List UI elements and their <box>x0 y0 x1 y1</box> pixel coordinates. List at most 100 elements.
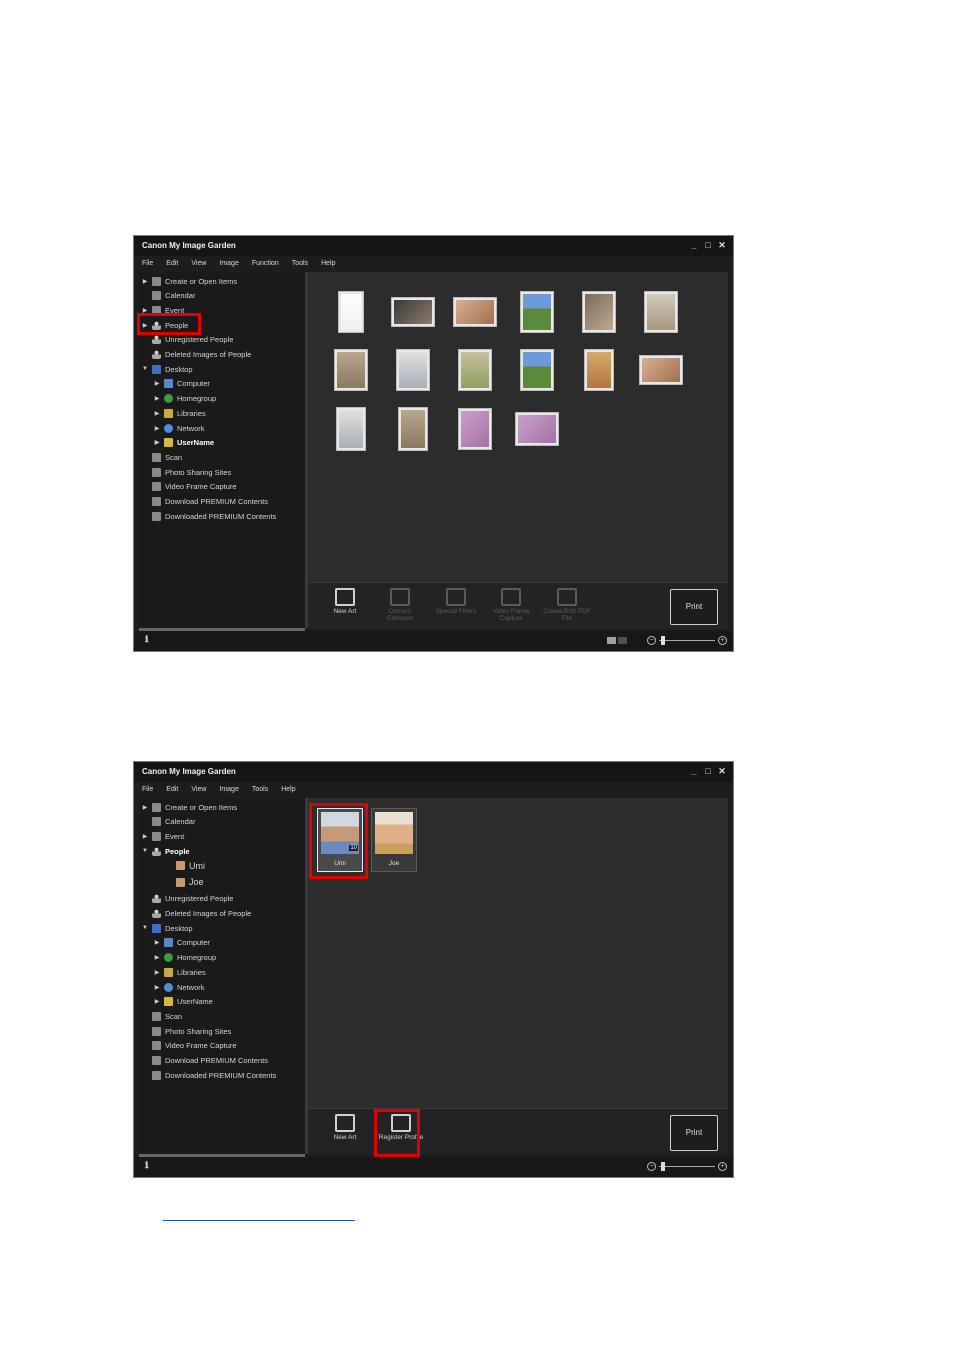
sidebar-item-download-premium-contents[interactable]: ▶Download PREMIUM Contents <box>141 495 268 509</box>
collapsed-arrow-icon[interactable]: ▶ <box>153 998 161 1005</box>
minimize-icon[interactable]: _ <box>689 765 699 777</box>
image-thumbnail[interactable] <box>639 355 683 385</box>
sidebar-item-joe[interactable]: ▶Joe <box>165 875 204 889</box>
zoom-out-icon[interactable]: − <box>647 636 656 645</box>
sidebar-item-video-frame-capture[interactable]: ▶Video Frame Capture <box>141 1039 237 1053</box>
sidebar-item-username[interactable]: ▶ UserName <box>153 995 213 1009</box>
maximize-icon[interactable]: □ <box>703 239 713 251</box>
sidebar-item-computer[interactable]: ▶ Computer <box>153 936 210 950</box>
new-art-button[interactable]: New Art <box>320 1112 370 1154</box>
maximize-icon[interactable]: □ <box>703 765 713 777</box>
zoom-track[interactable] <box>659 1166 715 1167</box>
zoom-in-icon[interactable]: + <box>718 1162 727 1171</box>
collapsed-arrow-icon[interactable]: ▶ <box>153 939 161 946</box>
sidebar-item-event[interactable]: ▶ Event <box>141 829 184 843</box>
sidebar-item-scan[interactable]: ▶Scan <box>141 1009 182 1023</box>
menu-file[interactable]: File <box>142 783 153 797</box>
image-thumbnail[interactable] <box>515 412 559 446</box>
sidebar-item-downloaded-premium-contents[interactable]: ▶Downloaded PREMIUM Contents <box>141 1068 276 1082</box>
sidebar-item-libraries[interactable]: ▶ Libraries <box>153 965 206 979</box>
person-card-joe[interactable]: Joe <box>371 808 417 872</box>
sidebar-item-create-or-open-items[interactable]: ▶ Create or Open Items <box>141 800 237 814</box>
zoom-knob[interactable] <box>661 636 665 645</box>
collapsed-arrow-icon[interactable]: ▶ <box>153 969 161 976</box>
close-icon[interactable]: ✕ <box>717 765 727 777</box>
sidebar-item-username[interactable]: ▶ UserName <box>153 436 214 450</box>
image-thumbnail[interactable] <box>520 291 554 333</box>
image-thumbnail[interactable] <box>520 349 554 391</box>
menu-edit[interactable]: Edit <box>166 783 178 797</box>
image-thumbnail[interactable] <box>644 291 678 333</box>
sidebar-item-umi[interactable]: ▶Umi <box>165 859 205 873</box>
menu-view[interactable]: View <box>191 783 206 797</box>
menu-tools[interactable]: Tools <box>252 783 268 797</box>
reference-link[interactable] <box>163 1208 355 1221</box>
image-thumbnail[interactable] <box>584 349 614 391</box>
image-thumbnail[interactable] <box>396 349 430 391</box>
sidebar-item-homegroup[interactable]: ▶ Homegroup <box>153 951 216 965</box>
image-thumbnail[interactable] <box>391 297 435 327</box>
collapsed-arrow-icon[interactable]: ▶ <box>153 425 161 432</box>
image-thumbnail[interactable] <box>582 291 616 333</box>
collapsed-arrow-icon[interactable]: ▶ <box>153 954 161 961</box>
collapsed-arrow-icon[interactable]: ▶ <box>153 380 161 387</box>
minimize-icon[interactable]: _ <box>689 239 699 251</box>
collapsed-arrow-icon[interactable]: ▶ <box>153 984 161 991</box>
zoom-slider[interactable]: − + <box>647 1162 727 1172</box>
collapsed-arrow-icon[interactable]: ▶ <box>153 410 161 417</box>
menu-view[interactable]: View <box>191 257 206 271</box>
sidebar-item-network[interactable]: ▶ Network <box>153 421 205 435</box>
sidebar-item-people[interactable]: ▼ People <box>141 844 190 858</box>
zoom-out-icon[interactable]: − <box>647 1162 656 1171</box>
sidebar-item-scan[interactable]: ▶Scan <box>141 450 182 464</box>
image-thumbnail[interactable] <box>458 349 492 391</box>
sidebar-item-calendar[interactable]: ▶Calendar <box>141 815 195 829</box>
zoom-knob[interactable] <box>661 1162 665 1171</box>
image-thumbnail[interactable] <box>458 408 492 450</box>
image-thumbnail[interactable] <box>453 297 497 327</box>
sidebar-item-deleted-images-of-people[interactable]: ▶Deleted Images of People <box>141 348 251 362</box>
sidebar-item-libraries[interactable]: ▶ Libraries <box>153 406 206 420</box>
info-icon[interactable]: ℹ <box>145 634 148 645</box>
sidebar-item-calendar[interactable]: ▶Calendar <box>141 289 195 303</box>
sidebar-item-download-premium-contents[interactable]: ▶Download PREMIUM Contents <box>141 1054 268 1068</box>
sidebar-item-photo-sharing-sites[interactable]: ▶Photo Sharing Sites <box>141 465 231 479</box>
collapsed-arrow-icon[interactable]: ▶ <box>141 833 149 840</box>
sidebar-item-desktop[interactable]: ▼ Desktop <box>141 921 193 935</box>
thumbnail-view-icon[interactable] <box>607 637 616 644</box>
expanded-arrow-icon[interactable]: ▼ <box>141 366 149 372</box>
zoom-track[interactable] <box>659 640 715 641</box>
print-button[interactable]: Print <box>670 1115 718 1151</box>
menu-tools[interactable]: Tools <box>292 257 308 271</box>
menu-file[interactable]: File <box>142 257 153 271</box>
collapsed-arrow-icon[interactable]: ▶ <box>141 804 149 811</box>
image-thumbnail[interactable] <box>338 291 364 333</box>
expanded-arrow-icon[interactable]: ▼ <box>141 925 149 931</box>
close-icon[interactable]: ✕ <box>717 239 727 251</box>
zoom-in-icon[interactable]: + <box>718 636 727 645</box>
sidebar-item-create-or-open-items[interactable]: ▶ Create or Open Items <box>141 274 237 288</box>
sidebar-item-homegroup[interactable]: ▶ Homegroup <box>153 392 216 406</box>
sidebar-item-downloaded-premium-contents[interactable]: ▶Downloaded PREMIUM Contents <box>141 509 276 523</box>
detail-view-icon[interactable] <box>618 637 627 644</box>
sidebar-item-network[interactable]: ▶ Network <box>153 980 205 994</box>
menu-image[interactable]: Image <box>219 783 238 797</box>
view-switch[interactable] <box>607 637 627 644</box>
menu-help[interactable]: Help <box>321 257 335 271</box>
print-button[interactable]: Print <box>670 589 718 625</box>
collapsed-arrow-icon[interactable]: ▶ <box>141 278 149 285</box>
menu-function[interactable]: Function <box>252 257 279 271</box>
image-thumbnail[interactable] <box>398 407 428 451</box>
sidebar-item-desktop[interactable]: ▼ Desktop <box>141 362 193 376</box>
image-thumbnail[interactable] <box>336 407 366 451</box>
menu-edit[interactable]: Edit <box>166 257 178 271</box>
image-thumbnail[interactable] <box>334 349 368 391</box>
collapsed-arrow-icon[interactable]: ▶ <box>153 439 161 446</box>
menu-image[interactable]: Image <box>219 257 238 271</box>
sidebar-item-deleted-images-of-people[interactable]: ▶Deleted Images of People <box>141 907 251 921</box>
zoom-slider[interactable]: − + <box>647 636 727 646</box>
collapsed-arrow-icon[interactable]: ▶ <box>153 395 161 402</box>
new-art-button[interactable]: New Art <box>320 586 370 628</box>
info-icon[interactable]: ℹ <box>145 1160 148 1171</box>
sidebar-item-photo-sharing-sites[interactable]: ▶Photo Sharing Sites <box>141 1024 231 1038</box>
